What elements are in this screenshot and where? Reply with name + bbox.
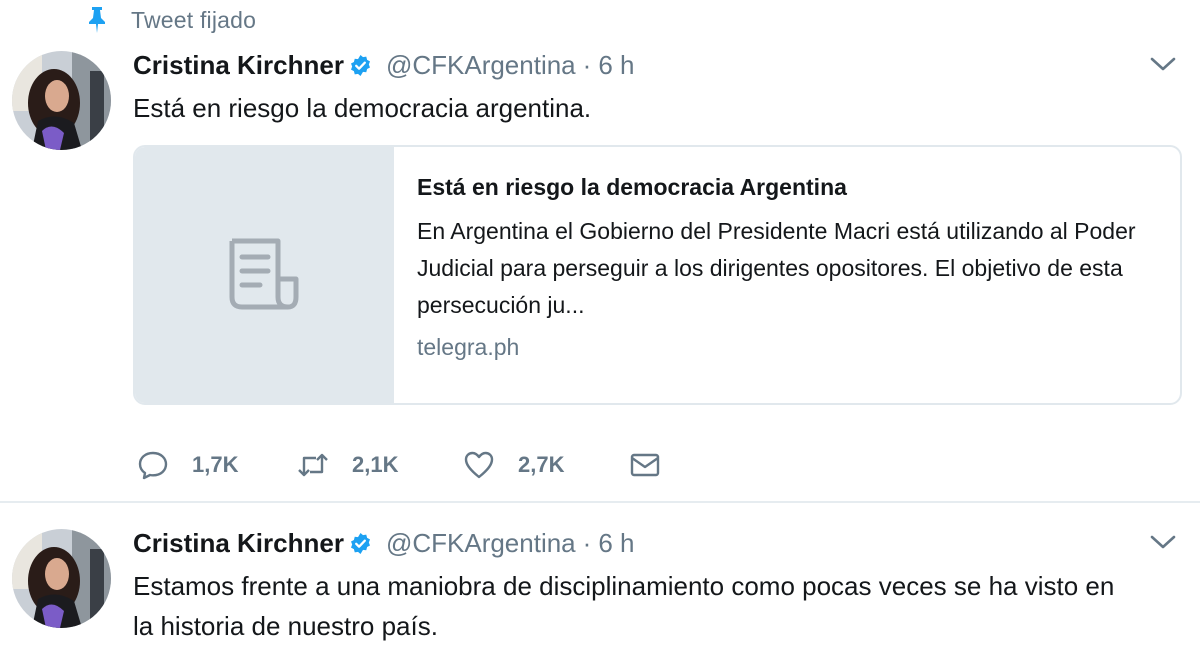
envelope-icon xyxy=(630,453,660,477)
author-name[interactable]: Cristina Kirchner xyxy=(133,50,344,81)
pinned-tweet-indicator: Tweet fijado xyxy=(86,6,256,34)
card-title: Está en riesgo la democracia Argentina xyxy=(417,174,847,200)
tweet[interactable]: Cristina Kirchner @CFKArgentina · 6 h Es… xyxy=(0,518,1200,651)
verified-badge-icon xyxy=(350,54,370,77)
verified-badge-icon xyxy=(350,532,370,555)
tweet-header: Cristina Kirchner @CFKArgentina · 6 h xyxy=(133,50,634,81)
timeline: Tweet fijado Cristina Kirchner @CFKArgen… xyxy=(0,0,1200,651)
tweet-timestamp[interactable]: 6 h xyxy=(598,528,634,559)
chevron-down-icon[interactable] xyxy=(1150,534,1176,550)
tweet-actions: 1,7K 2,1K 2,7K xyxy=(137,449,661,481)
author-handle[interactable]: @CFKArgentina xyxy=(386,528,576,559)
tweet[interactable]: Cristina Kirchner @CFKArgentina · 6 h Es… xyxy=(0,40,1200,503)
avatar[interactable] xyxy=(12,51,111,150)
pin-icon xyxy=(89,7,105,33)
tweet-header: Cristina Kirchner @CFKArgentina · 6 h xyxy=(133,528,634,559)
separator-dot: · xyxy=(582,50,592,80)
reply-icon xyxy=(138,451,168,480)
chevron-down-icon[interactable] xyxy=(1150,56,1176,72)
retweet-button[interactable]: 2,1K xyxy=(297,449,463,481)
separator-dot: · xyxy=(582,528,592,558)
card-content: Está en riesgo la democracia Argentina E… xyxy=(394,147,1180,403)
like-count: 2,7K xyxy=(518,452,565,477)
direct-message-button[interactable] xyxy=(629,449,661,481)
retweet-count: 2,1K xyxy=(352,452,399,477)
avatar[interactable] xyxy=(12,529,111,628)
retweet-icon xyxy=(298,453,328,477)
link-preview-card[interactable]: Está en riesgo la democracia Argentina E… xyxy=(133,145,1182,405)
tweet-text: Estamos frente a una maniobra de discipl… xyxy=(133,571,1115,641)
author-handle[interactable]: @CFKArgentina xyxy=(386,50,576,81)
tweet-timestamp[interactable]: 6 h xyxy=(598,50,634,81)
card-thumbnail xyxy=(135,147,394,403)
reply-button[interactable]: 1,7K xyxy=(137,449,297,481)
tweet-text: Está en riesgo la democracia argentina. xyxy=(133,93,592,123)
pinned-label: Tweet fijado xyxy=(131,6,257,33)
heart-icon xyxy=(464,451,494,479)
author-name[interactable]: Cristina Kirchner xyxy=(133,528,344,559)
reply-count: 1,7K xyxy=(192,452,239,477)
card-description: En Argentina el Gobierno del Presidente … xyxy=(417,218,1136,318)
card-domain: telegra.ph xyxy=(417,334,520,360)
like-button[interactable]: 2,7K xyxy=(463,449,629,481)
document-icon xyxy=(229,238,299,310)
